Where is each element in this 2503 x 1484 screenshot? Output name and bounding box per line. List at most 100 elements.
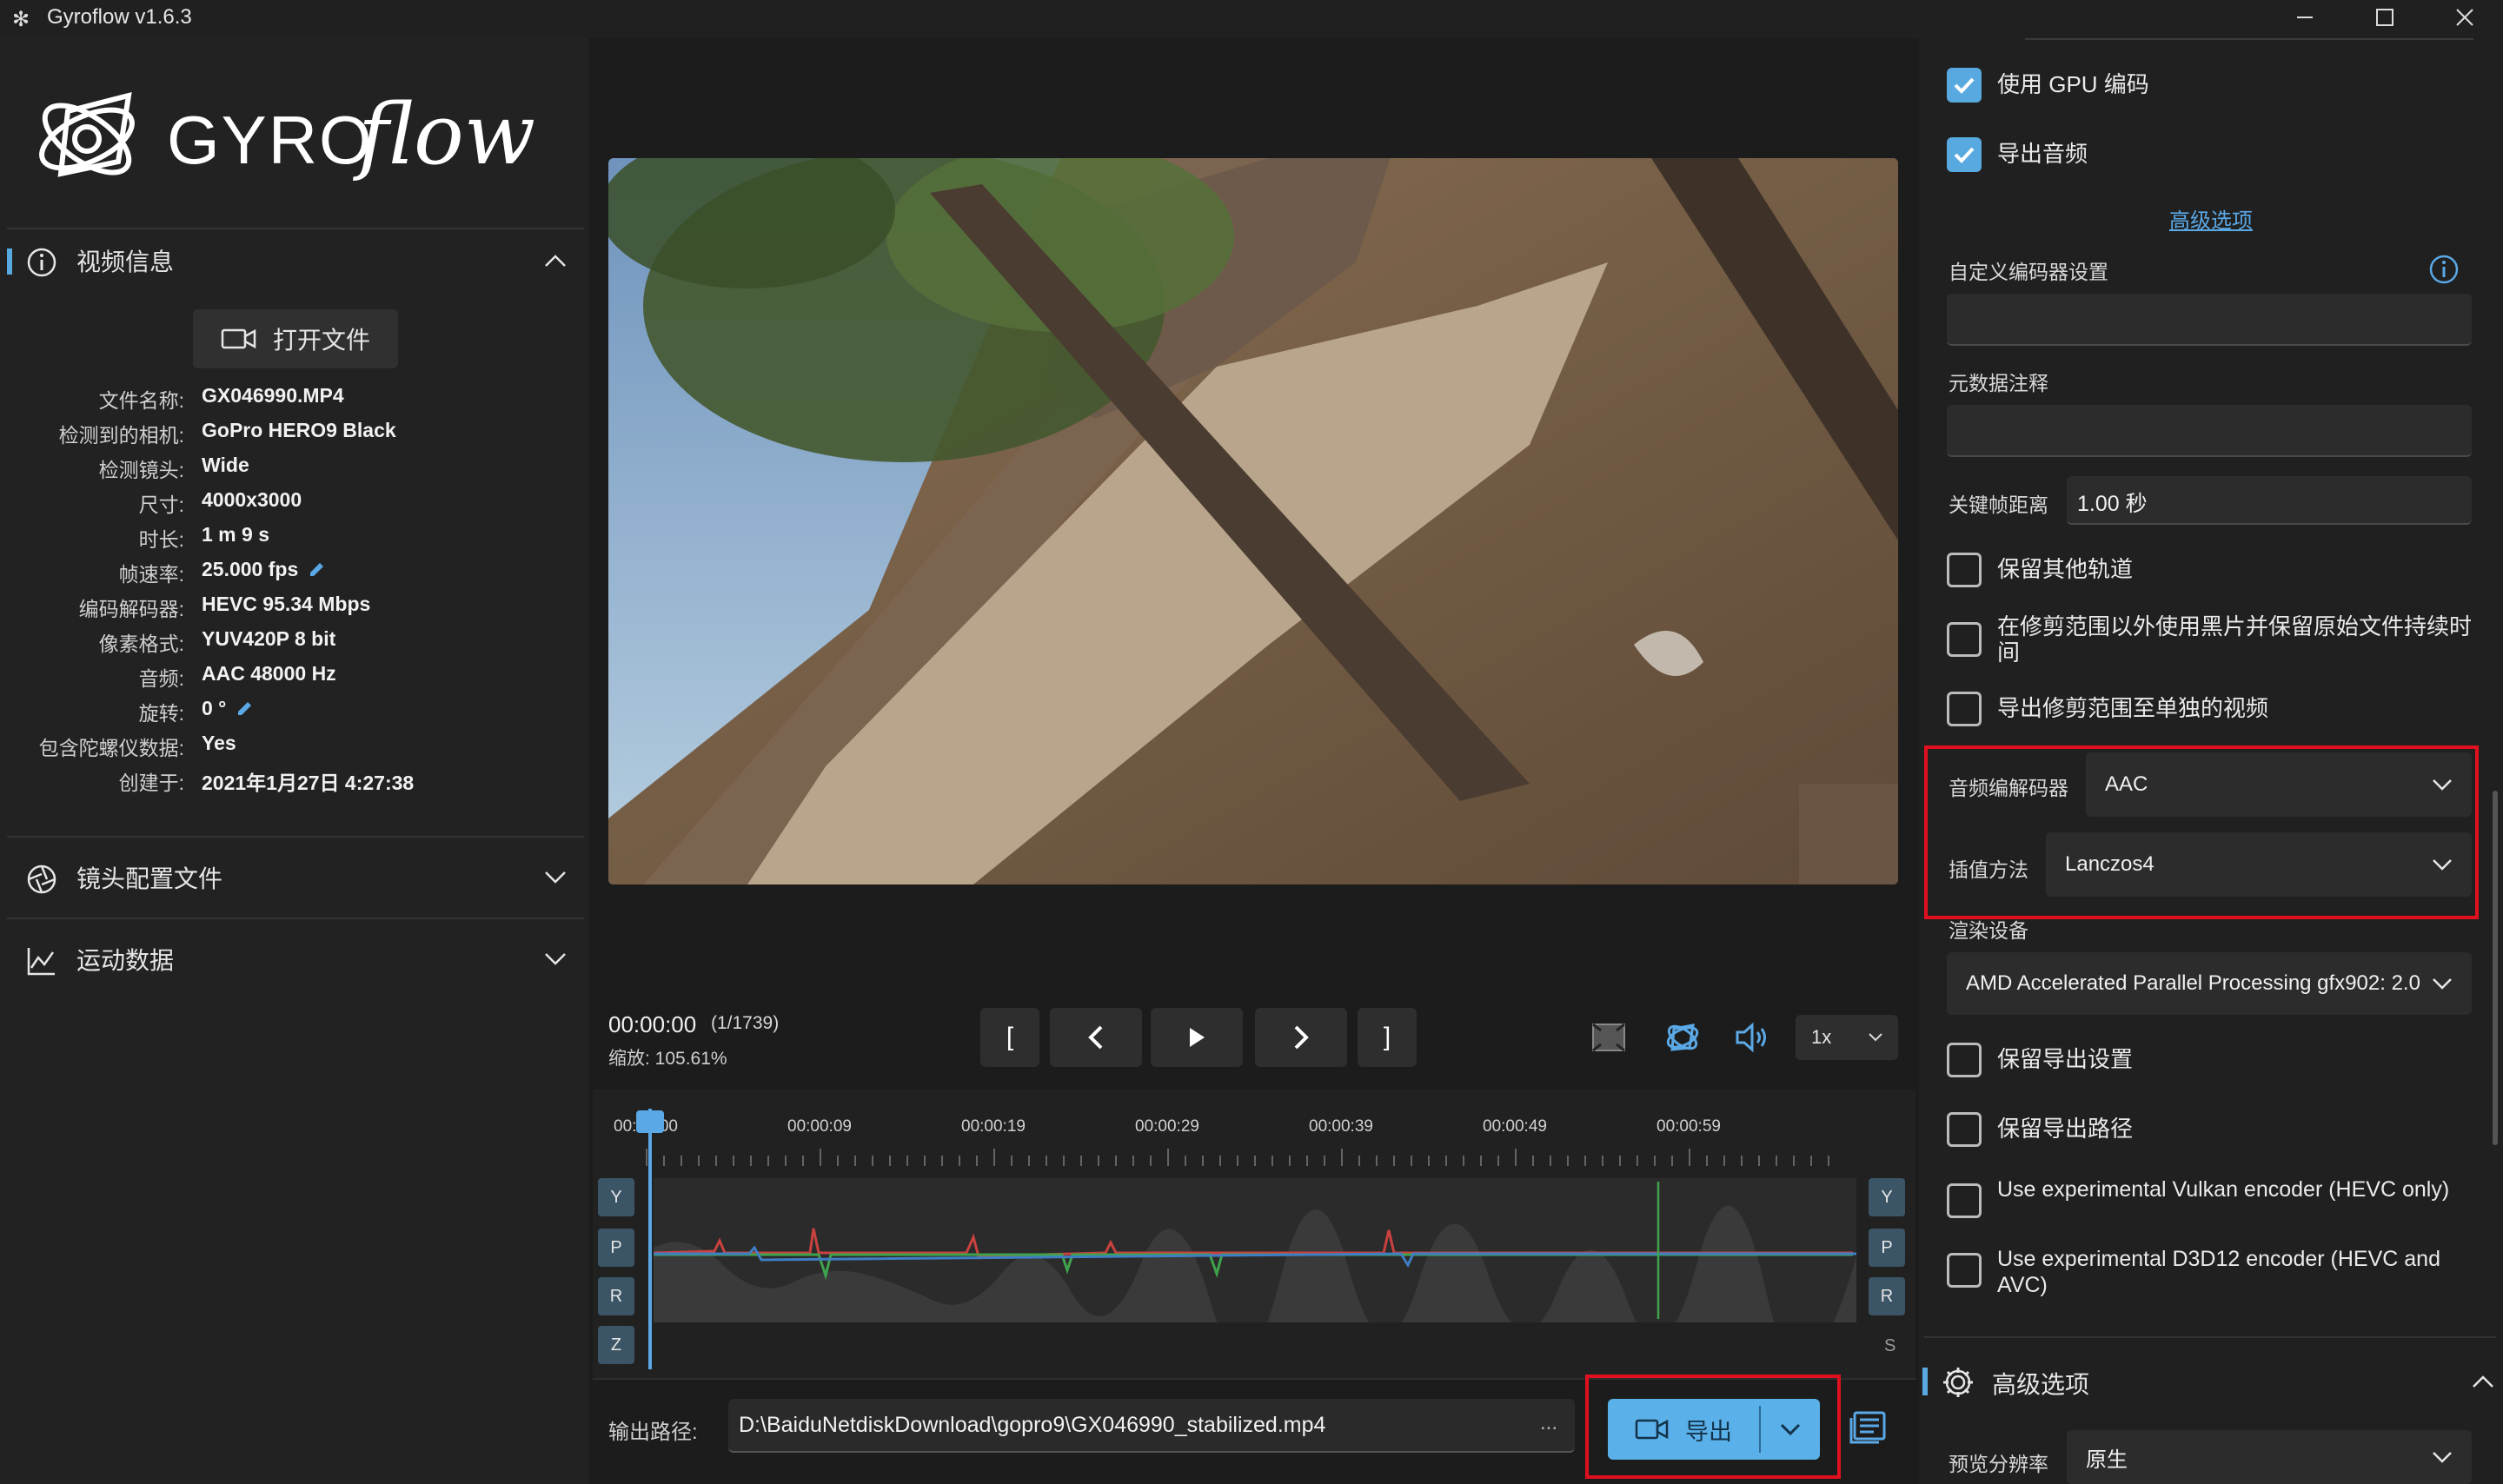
axis-toggle-roll-right[interactable]: R — [1869, 1277, 1905, 1315]
aperture-icon — [27, 865, 56, 894]
highlight-box-codec — [1924, 745, 2479, 919]
custom-encoder-input[interactable] — [1947, 294, 2472, 346]
divider — [1924, 1336, 2496, 1338]
tick-label: 00:00:59 — [1656, 1117, 1721, 1136]
section-title: 镜头配置文件 — [76, 865, 223, 892]
keep-export-settings-checkbox[interactable]: 保留导出设置 — [1947, 1043, 2486, 1077]
axis-toggle-pitch-left[interactable]: P — [598, 1229, 634, 1267]
check-icon — [1954, 77, 1975, 94]
info-row-filename: 文件名称: GX046990.MP4 — [98, 384, 344, 412]
minimize-button[interactable] — [2265, 0, 2345, 35]
tick-label: 00:00:49 — [1483, 1117, 1547, 1136]
gear-icon — [1943, 1368, 1973, 1397]
active-indicator — [7, 248, 12, 275]
advanced-options-header[interactable]: 高级选项 — [1919, 1347, 2503, 1416]
use-gpu-checkbox[interactable]: 使用 GPU 编码 — [1947, 68, 2486, 103]
set-in-point-button[interactable]: [ — [980, 1008, 1039, 1067]
frame-counter: (1/1739) — [711, 1013, 780, 1033]
video-info-header[interactable]: 视频信息 — [0, 222, 589, 299]
output-path-value: D:\BaiduNetdiskDownload\gopro9\GX046990_… — [739, 1413, 1326, 1437]
lens-profile-header[interactable]: 镜头配置文件 — [0, 839, 589, 916]
custom-encoder-label: 自定义编码器设置 — [1949, 261, 2108, 283]
info-row-gyro: 包含陀螺仪数据: Yes — [38, 732, 236, 759]
axis-toggle-z-left[interactable]: Z — [598, 1326, 634, 1364]
tick-label: 00:00:19 — [961, 1117, 1026, 1136]
close-button[interactable] — [2425, 0, 2503, 35]
edit-pencil-icon[interactable] — [307, 560, 326, 580]
checkbox-unchecked[interactable] — [1947, 1112, 1982, 1147]
checkbox-checked[interactable] — [1947, 137, 1982, 172]
playback-speed-select[interactable]: 1x — [1796, 1015, 1898, 1060]
check-icon — [1954, 147, 1975, 163]
mute-button[interactable] — [1735, 1022, 1771, 1057]
playhead-handle[interactable] — [636, 1110, 664, 1133]
checkbox-unchecked[interactable] — [1947, 1043, 1982, 1077]
checkbox-unchecked[interactable] — [1947, 622, 1982, 657]
section-title: 视频信息 — [76, 248, 175, 275]
checkbox-unchecked[interactable] — [1947, 1253, 1982, 1288]
output-path-field[interactable]: D:\BaiduNetdiskDownload\gopro9\GX046990_… — [728, 1399, 1575, 1453]
browse-button[interactable]: ... — [1540, 1411, 1557, 1435]
maximize-button[interactable] — [2345, 0, 2425, 35]
render-queue-button[interactable] — [1848, 1409, 1888, 1450]
edit-pencil-icon[interactable] — [235, 699, 254, 719]
chevron-down-icon — [1869, 1033, 1882, 1042]
chevron-down-icon — [545, 953, 566, 965]
video-preview[interactable] — [608, 158, 1898, 884]
svg-text:flow: flow — [353, 86, 535, 183]
keep-tracks-checkbox[interactable]: 保留其他轨道 — [1947, 553, 2486, 587]
app-icon: ✻ — [12, 8, 30, 31]
tick-label: 00:00:39 — [1309, 1117, 1373, 1136]
chevron-right-icon — [1294, 1025, 1309, 1050]
info-icon — [27, 248, 56, 277]
axis-toggle-pitch-right[interactable]: P — [1869, 1229, 1905, 1267]
metadata-comment-input[interactable] — [1947, 405, 2472, 457]
checkbox-unchecked[interactable] — [1947, 1183, 1982, 1218]
preview-resolution-select[interactable]: 原生 — [2067, 1430, 2472, 1484]
chevron-up-icon — [2473, 1375, 2493, 1388]
stabilization-overlay-button[interactable] — [1590, 1022, 1627, 1057]
highlight-box-export — [1585, 1375, 1841, 1479]
axis-toggle-yaw-left[interactable]: Y — [598, 1178, 634, 1216]
motion-graph[interactable] — [653, 1178, 1856, 1361]
stabilization-toggle-button[interactable] — [1663, 1018, 1702, 1061]
chevron-down-icon — [2433, 1452, 2452, 1463]
window-title: Gyroflow v1.6.3 — [47, 5, 192, 29]
playhead[interactable] — [648, 1109, 652, 1369]
timecode: 00:00:00 — [608, 1011, 697, 1037]
next-frame-button[interactable] — [1255, 1008, 1347, 1067]
export-audio-checkbox[interactable]: 导出音频 — [1947, 137, 2486, 172]
checkbox-unchecked[interactable] — [1947, 692, 1982, 726]
keyframe-distance-input[interactable]: 1.00 秒 — [2067, 476, 2472, 525]
info-row-rotation: 旋转: 0 ° — [0, 697, 589, 732]
info-row-audio: 音频: AAC 48000 Hz — [138, 662, 336, 690]
right-panel-scrollbar[interactable] — [2493, 791, 2498, 1145]
advanced-options-link[interactable]: 高级选项 — [2169, 203, 2253, 234]
info-icon[interactable] — [2428, 254, 2460, 285]
motion-data-header[interactable]: 运动数据 — [0, 921, 589, 997]
d3d12-encoder-checkbox[interactable]: Use experimental D3D12 encoder (HEVC and… — [1947, 1242, 2486, 1298]
export-trim-separate-checkbox[interactable]: 导出修剪范围至单独的视频 — [1947, 692, 2486, 726]
checkbox-checked[interactable] — [1947, 68, 1982, 103]
render-device-select[interactable]: AMD Accelerated Parallel Processing gfx9… — [1947, 952, 2472, 1015]
chevron-down-icon — [545, 871, 566, 884]
close-icon — [2456, 9, 2473, 26]
set-out-point-button[interactable]: ] — [1358, 1008, 1417, 1067]
black-outside-trim-checkbox[interactable]: 在修剪范围以外使用黑片并保留原始文件持续时间 — [1947, 610, 2486, 666]
keep-export-path-checkbox[interactable]: 保留导出路径 — [1947, 1112, 2486, 1147]
frame-overlay-icon — [1592, 1023, 1625, 1052]
checkbox-unchecked[interactable] — [1947, 553, 1982, 587]
prev-frame-button[interactable] — [1050, 1008, 1142, 1067]
gyroflow-logo: GYRO flow — [35, 76, 556, 202]
play-button[interactable] — [1151, 1008, 1243, 1067]
metadata-comment-label: 元数据注释 — [1949, 372, 2048, 394]
axis-toggle-yaw-right[interactable]: Y — [1869, 1178, 1905, 1216]
divider — [2025, 38, 2473, 40]
open-file-button[interactable]: 打开文件 — [193, 309, 398, 368]
axis-toggle-roll-left[interactable]: R — [598, 1277, 634, 1315]
chart-icon — [27, 948, 55, 976]
sync-label: S — [1884, 1336, 1896, 1355]
timeline-ruler — [646, 1149, 1829, 1166]
vulkan-encoder-checkbox[interactable]: Use experimental Vulkan encoder (HEVC on… — [1947, 1173, 2486, 1218]
zoom-level: 缩放: 105.61% — [608, 1049, 727, 1069]
